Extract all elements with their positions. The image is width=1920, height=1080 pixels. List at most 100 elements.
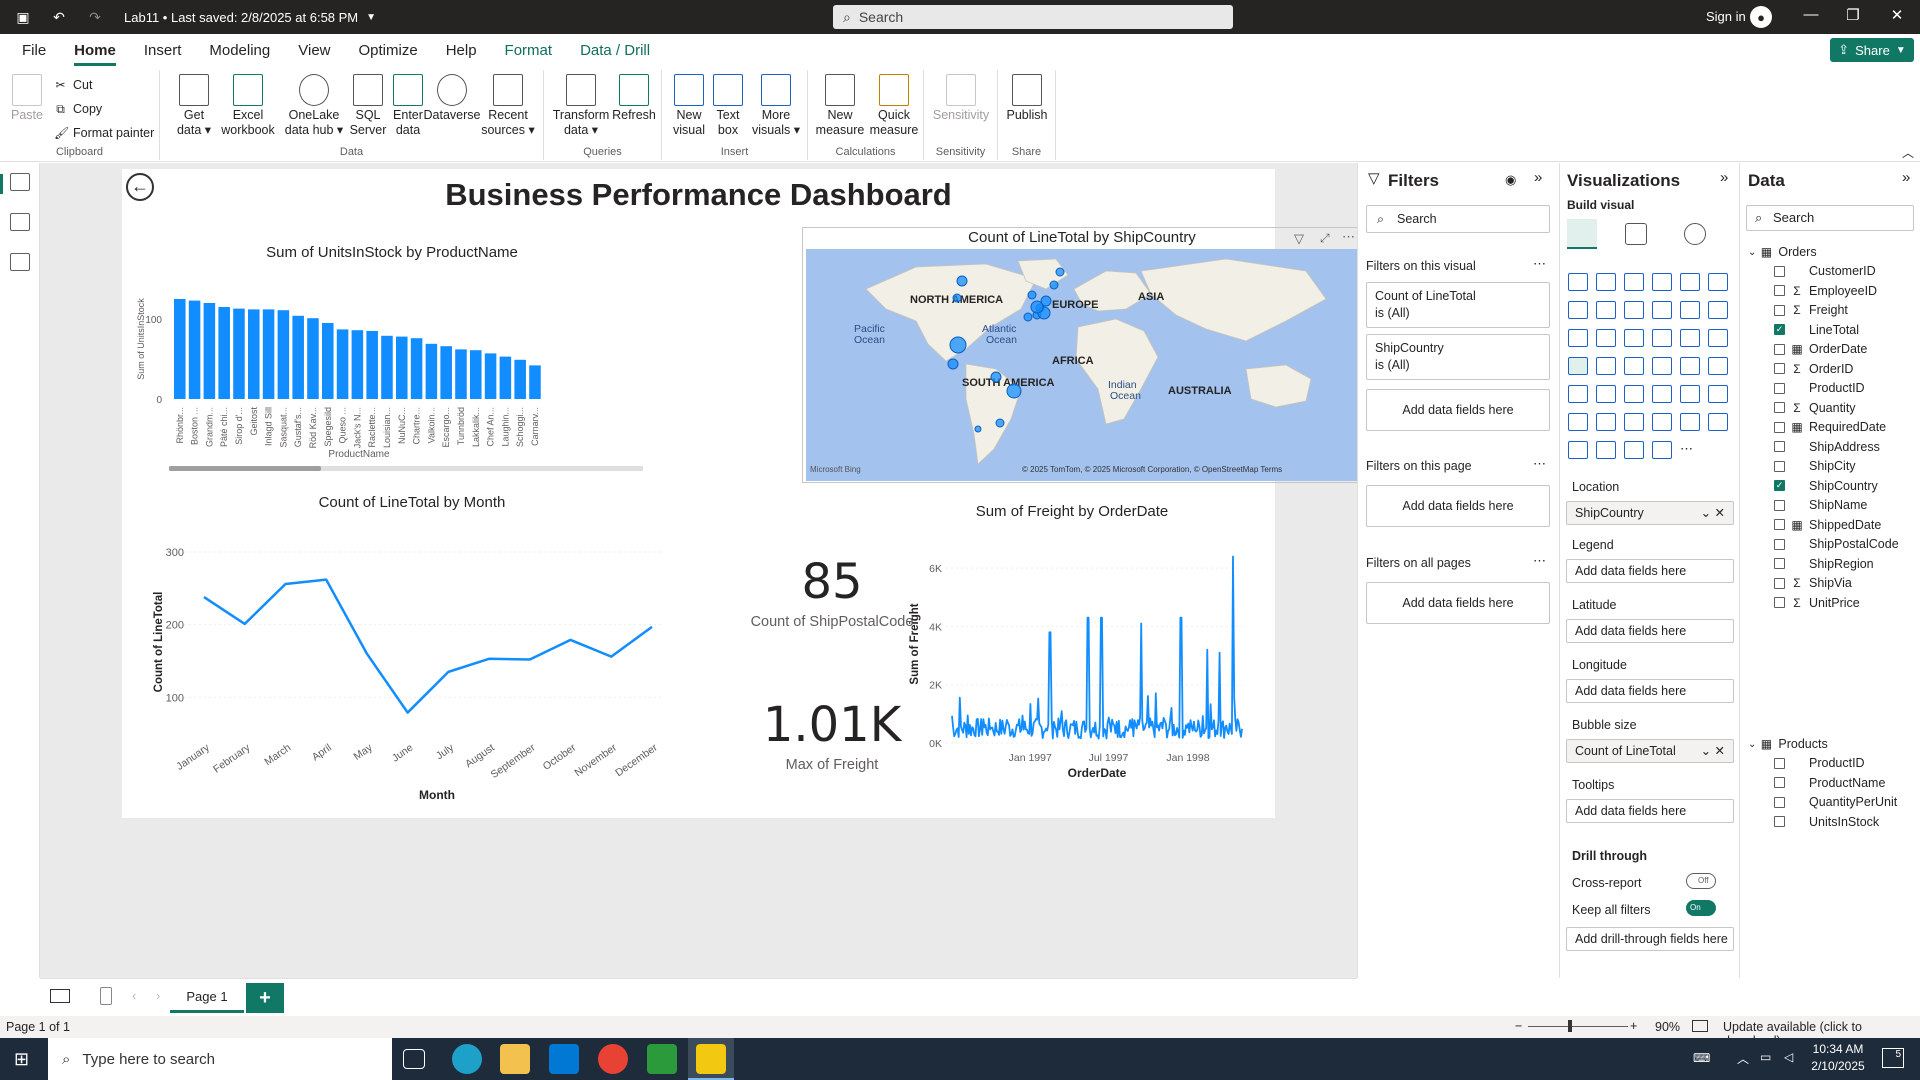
checkbox-icon[interactable] [1774, 265, 1785, 277]
checkbox-icon[interactable] [1774, 421, 1785, 433]
visual-type-icon[interactable] [1708, 385, 1728, 403]
file-explorer-icon[interactable] [500, 1044, 530, 1074]
visual-type-icon[interactable] [1680, 273, 1700, 291]
filter-card[interactable]: ShipCountry is (All) [1366, 334, 1550, 380]
checkbox-icon[interactable] [1774, 757, 1785, 769]
collapse-ribbon-icon[interactable]: ︿ [1902, 144, 1914, 161]
refresh-button[interactable]: Refresh [610, 74, 658, 123]
visual-type-icon[interactable] [1624, 273, 1644, 291]
redo-icon[interactable]: ↷ [82, 4, 108, 30]
more-options-icon[interactable]: ⋯ [1342, 229, 1355, 245]
new-visual-button[interactable]: New visual [668, 74, 710, 138]
table-view-icon[interactable] [10, 213, 30, 231]
keyboard-icon[interactable]: ⌨ [1693, 1051, 1710, 1065]
taskbar-search[interactable]: ⌕ Type here to search [48, 1038, 392, 1080]
add-fields-drop[interactable]: Add data fields here [1366, 582, 1550, 624]
powerbi-taskbar-button[interactable] [688, 1038, 734, 1080]
field-item[interactable]: ProductName [1774, 776, 1885, 790]
tab-format[interactable]: Format [491, 34, 567, 66]
field-item[interactable]: ShipName [1774, 498, 1867, 512]
paste-button[interactable]: Paste [8, 74, 46, 123]
visual-type-icon[interactable] [1596, 329, 1616, 347]
sql-server-button[interactable]: SQL Server [346, 74, 390, 138]
field-item[interactable]: ✓ ShipCountry [1774, 479, 1878, 493]
chrome-icon[interactable] [598, 1044, 628, 1074]
field-item[interactable]: ShipRegion [1774, 557, 1874, 571]
tab-insert[interactable]: Insert [130, 34, 196, 66]
get-data-button[interactable]: Get data ▾ [172, 74, 216, 138]
more-visuals-icon[interactable]: ⋯ [1680, 441, 1700, 459]
prev-page-icon[interactable]: ‹ [132, 988, 136, 1003]
checkbox-icon[interactable]: ✓ [1774, 480, 1785, 491]
task-view-icon[interactable] [403, 1049, 425, 1069]
add-page-button[interactable]: + [246, 983, 284, 1013]
tab-data-drill[interactable]: Data / Drill [566, 34, 664, 66]
keep-filters-toggle[interactable]: On [1686, 900, 1716, 916]
fit-page-icon[interactable] [1692, 1020, 1708, 1032]
zoom-slider[interactable] [1528, 1026, 1628, 1027]
checkbox-icon[interactable] [1774, 538, 1785, 550]
field-item[interactable]: Σ UnitPrice [1774, 596, 1860, 610]
notification-icon[interactable]: 5 [1882, 1048, 1904, 1068]
zoom-out-icon[interactable]: − [1515, 1019, 1522, 1033]
tab-help[interactable]: Help [432, 34, 491, 66]
transform-data-button[interactable]: Transform data ▾ [552, 74, 610, 138]
visual-type-icon[interactable] [1708, 329, 1728, 347]
checkbox-icon[interactable] [1774, 777, 1785, 788]
visual-type-icon[interactable] [1624, 357, 1644, 375]
field-item[interactable]: Σ OrderID [1774, 362, 1853, 376]
checkbox-icon[interactable] [1774, 460, 1785, 472]
app-icon[interactable] [647, 1044, 677, 1074]
freight-chart[interactable]: 0K 2K 4K 6K Sum of Freight Jan 1997 Jul 1997 Ja… [902, 524, 1272, 814]
checkbox-icon[interactable] [1774, 499, 1785, 511]
mobile-layout-icon[interactable] [100, 987, 112, 1005]
checkbox-icon[interactable] [1774, 577, 1785, 589]
bubble-size-well[interactable]: Count of LineTotal ⌄ ✕ [1566, 739, 1734, 763]
save-icon[interactable]: ▣ [10, 4, 36, 30]
bar-chart[interactable]: 0 100Sum of UnitsInStock Rhönbr... Boston .… [132, 264, 682, 484]
network-icon[interactable]: ▭ [1760, 1050, 1771, 1064]
build-tab-icon[interactable] [1567, 219, 1597, 249]
visual-type-icon[interactable] [1652, 273, 1672, 291]
visual-type-icon[interactable] [1624, 385, 1644, 403]
tooltips-well[interactable]: Add data fields here [1566, 799, 1734, 823]
field-item[interactable]: UnitsInStock [1774, 815, 1879, 829]
volume-icon[interactable]: ◁ [1784, 1050, 1793, 1064]
quick-measure-button[interactable]: Quick measure [868, 74, 920, 138]
visual-type-icon[interactable] [1596, 301, 1616, 319]
eye-icon[interactable]: ◉ [1505, 172, 1516, 188]
visual-type-icon[interactable] [1624, 301, 1644, 319]
visual-type-icon[interactable] [1708, 413, 1728, 431]
field-item[interactable]: ▦ OrderDate [1774, 342, 1867, 356]
drill-through-well[interactable]: Add drill-through fields here [1566, 927, 1734, 951]
checkbox-icon[interactable] [1774, 796, 1785, 808]
field-item[interactable]: ProductID [1774, 756, 1865, 770]
visual-type-icon[interactable] [1680, 329, 1700, 347]
report-view-icon[interactable] [10, 173, 30, 191]
sign-in-link[interactable]: Sign in [1706, 9, 1746, 24]
zoom-in-icon[interactable]: + [1630, 1019, 1637, 1033]
visual-type-icon[interactable] [1624, 441, 1644, 459]
checkbox-icon[interactable] [1774, 363, 1785, 374]
field-item[interactable]: ▦ RequiredDate [1774, 420, 1886, 434]
table-orders[interactable]: ⌄ ▦ Orders [1748, 245, 1817, 259]
visual-type-icon[interactable] [1708, 301, 1728, 319]
field-item[interactable]: ShipCity [1774, 459, 1856, 473]
field-item[interactable]: Σ ShipVia [1774, 576, 1852, 590]
search-box[interactable]: ⌕ Search [833, 5, 1233, 29]
avatar-icon[interactable]: ● [1750, 6, 1772, 28]
checkbox-icon[interactable] [1774, 402, 1785, 413]
visual-type-icon[interactable] [1680, 357, 1700, 375]
field-item[interactable]: ShipPostalCode [1774, 537, 1899, 551]
restore-icon[interactable]: ❐ [1838, 6, 1868, 24]
visual-type-icon[interactable] [1680, 413, 1700, 431]
more-icon[interactable]: ⋯ [1533, 256, 1546, 272]
remove-icon[interactable]: ⌄ ✕ [1701, 740, 1725, 762]
collapse-icon[interactable]: » [1534, 169, 1542, 186]
location-well[interactable]: ShipCountry ⌄ ✕ [1566, 501, 1734, 525]
visual-type-icon[interactable] [1568, 329, 1588, 347]
recent-sources-button[interactable]: Recent sources ▾ [480, 74, 536, 138]
minimize-icon[interactable]: — [1796, 6, 1826, 23]
model-view-icon[interactable] [10, 253, 30, 271]
sensitivity-button[interactable]: Sensitivity [928, 74, 994, 123]
